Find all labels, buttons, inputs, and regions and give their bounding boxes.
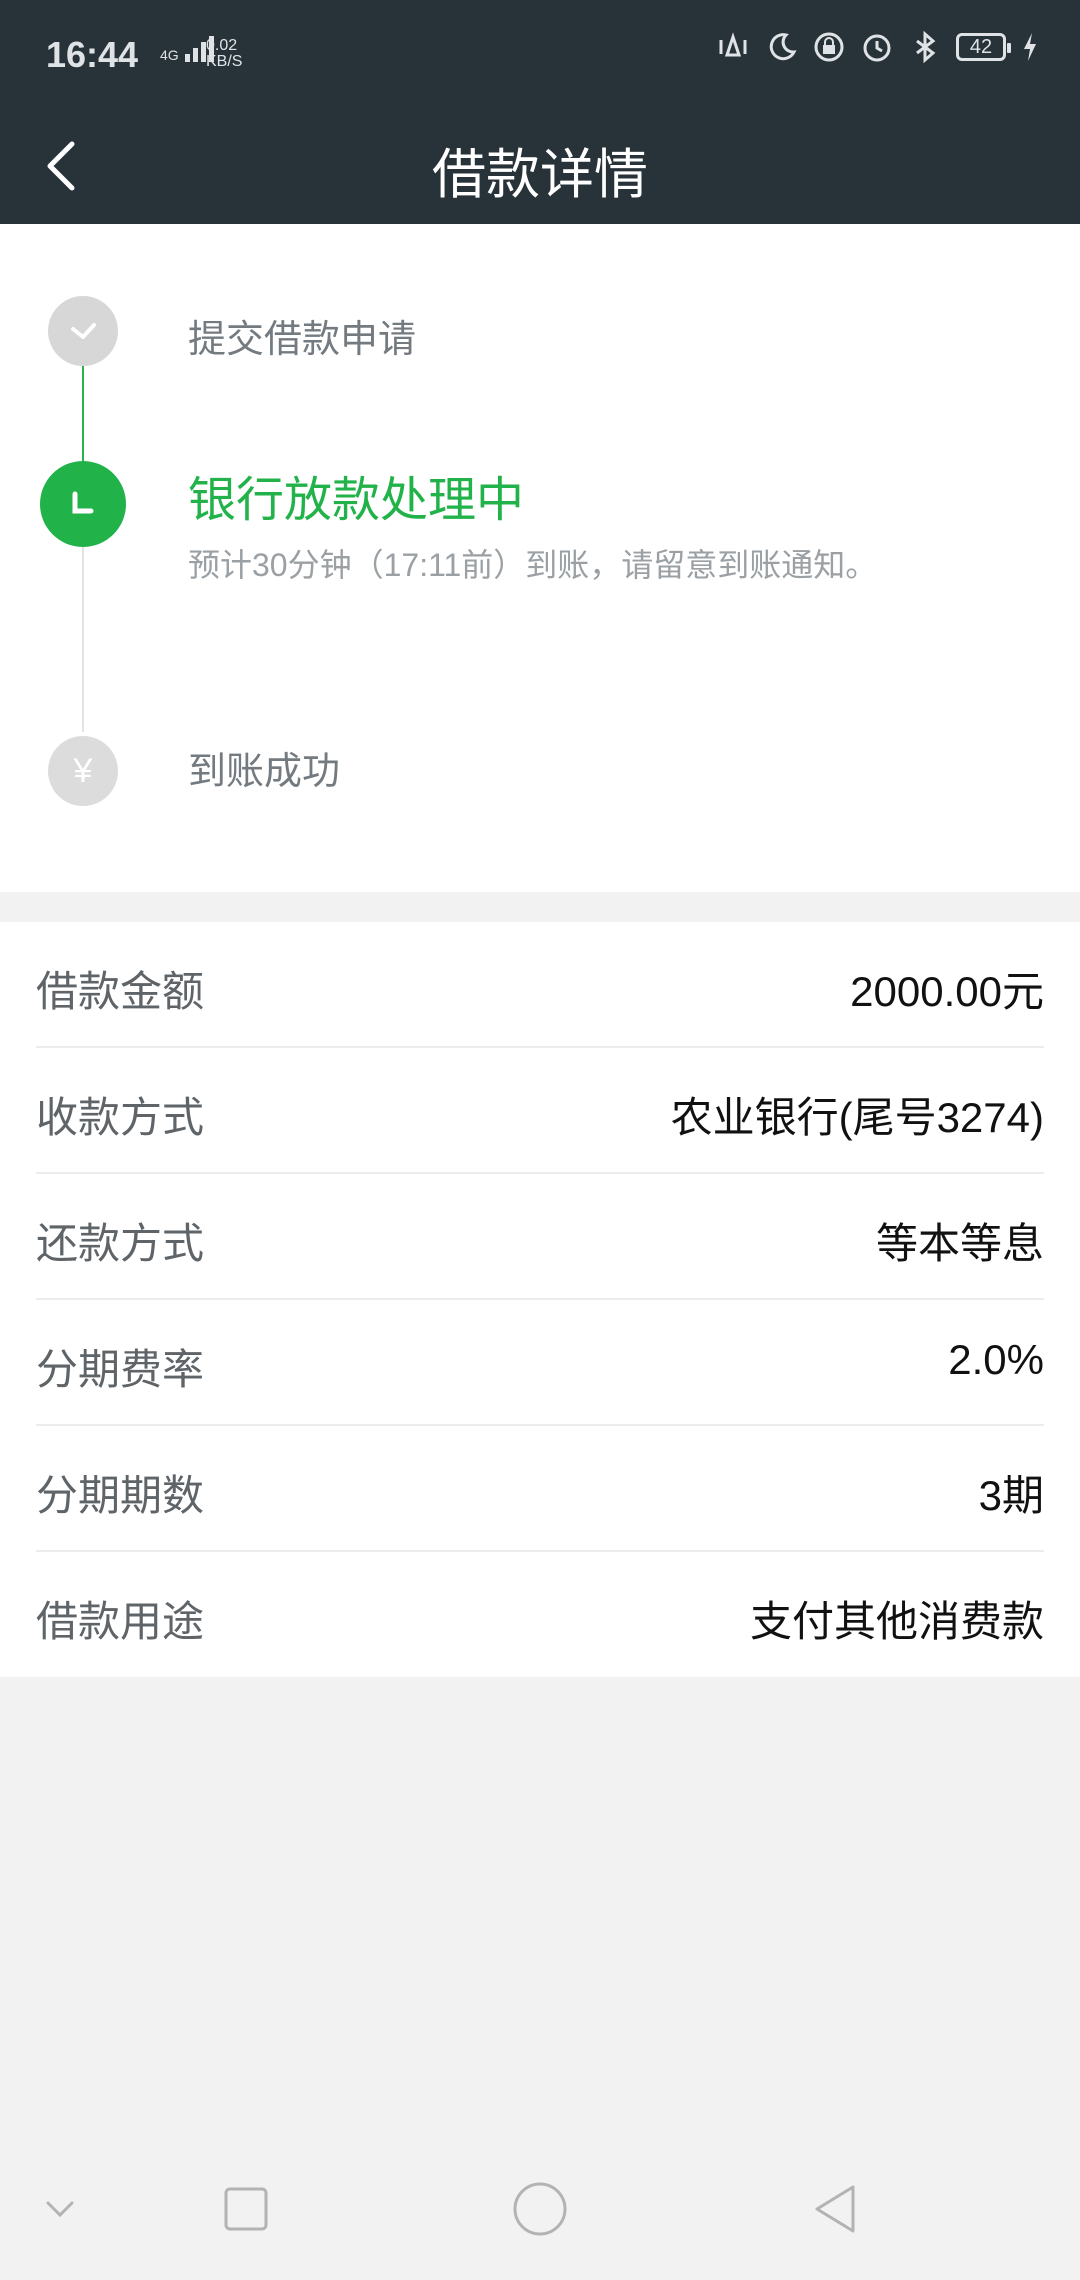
lock-rotation-icon	[812, 30, 846, 64]
detail-row-receive-method: 收款方式 农业银行(尾号3274)	[0, 1048, 1080, 1174]
nav-back-icon	[815, 2185, 855, 2233]
nav-home-icon	[513, 2182, 567, 2236]
charging-icon	[1020, 30, 1040, 64]
battery-icon: 42	[956, 33, 1011, 61]
yuan-icon: ¥	[73, 751, 93, 790]
vibrate-icon	[716, 30, 750, 64]
step-label-processing: 银行放款处理中	[188, 474, 525, 527]
network-speed: 0.02 KB/S	[206, 38, 242, 70]
step-pending-marker: ¥	[48, 736, 118, 806]
detail-label: 收款方式	[36, 1094, 205, 1141]
app-header: 借款详情	[0, 110, 1080, 224]
status-time: 16:44	[46, 34, 139, 75]
step-done-marker	[48, 296, 118, 366]
page-title: 借款详情	[432, 145, 648, 205]
detail-label: 分期期数	[36, 1472, 205, 1519]
nav-home-button[interactable]	[505, 2174, 575, 2244]
status-icons: 42	[716, 30, 1040, 64]
detail-value: 支付其他消费款	[749, 1598, 1044, 1645]
detail-row-fee-rate: 分期费率 2.0%	[0, 1300, 1080, 1426]
detail-label: 借款金额	[36, 968, 205, 1015]
nav-collapse-icon	[46, 2201, 74, 2218]
loan-progress-timeline: 提交借款申请 银行放款处理中 预计30分钟（17:11前）到账，请留意到账通知。…	[0, 224, 1080, 892]
detail-value: 农业银行(尾号3274)	[670, 1094, 1044, 1141]
timeline-connector-pending	[82, 542, 84, 732]
nav-collapse-button[interactable]	[25, 2174, 95, 2244]
clock-icon	[72, 491, 94, 514]
alarm-icon	[860, 30, 894, 64]
detail-value: 2000.00元	[850, 968, 1044, 1015]
detail-label: 分期费率	[36, 1346, 205, 1393]
nav-back-button[interactable]	[800, 2174, 870, 2244]
detail-row-amount: 借款金额 2000.00元	[0, 922, 1080, 1048]
detail-value: 2.0%	[948, 1336, 1044, 1383]
loan-details-list: 借款金额 2000.00元 收款方式 农业银行(尾号3274) 还款方式 等本等…	[0, 922, 1080, 1677]
system-nav-bar	[0, 2136, 1080, 2280]
bluetooth-icon	[908, 30, 942, 64]
step-processing-note: 预计30分钟（17:11前）到账，请留意到账通知。	[188, 547, 878, 583]
detail-label: 借款用途	[36, 1598, 205, 1645]
top-bar: 16:44 4G 0.02 KB/S 42 借款详情	[0, 0, 1080, 224]
step-active-marker	[40, 461, 126, 547]
step-label-arrived: 到账成功	[188, 751, 341, 793]
check-icon	[71, 323, 96, 339]
status-bar: 16:44 4G 0.02 KB/S 42	[0, 0, 1080, 110]
nav-recents-button[interactable]	[211, 2174, 281, 2244]
network-speed-unit: KB/S	[206, 53, 243, 70]
step-label-submit: 提交借款申请	[188, 319, 417, 361]
detail-value: 等本等息	[875, 1220, 1044, 1267]
detail-label: 还款方式	[36, 1220, 205, 1267]
nav-recents-icon	[224, 2187, 268, 2231]
moon-icon	[764, 30, 798, 64]
network-speed-value: 0.02	[206, 37, 238, 54]
detail-value: 3期	[978, 1472, 1044, 1519]
detail-row-installments: 分期期数 3期	[0, 1426, 1080, 1552]
detail-row-purpose: 借款用途 支付其他消费款	[0, 1552, 1080, 1678]
detail-row-repay-method: 还款方式 等本等息	[0, 1174, 1080, 1300]
network-type: 4G	[160, 47, 179, 63]
